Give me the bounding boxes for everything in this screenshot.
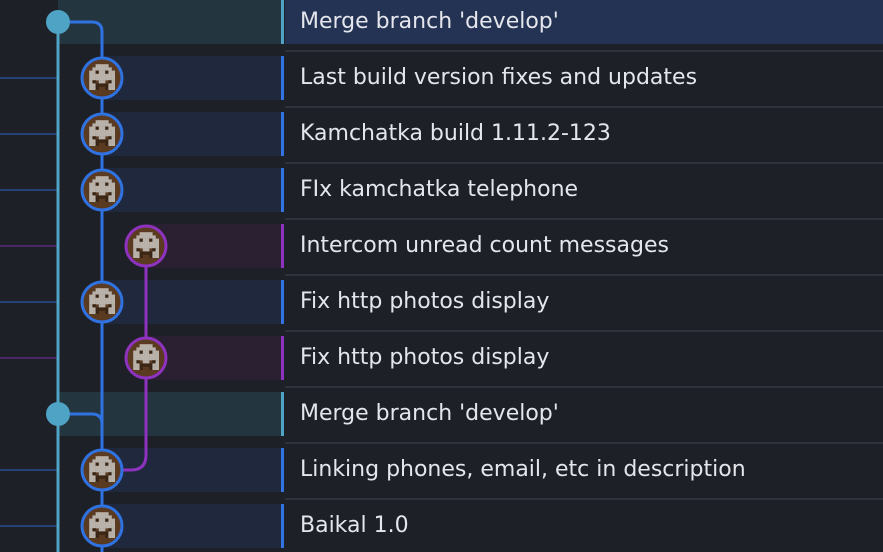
pixel-avatar-icon[interactable] (80, 280, 124, 324)
commit-row-graph-bg (102, 168, 283, 212)
commit-accent-bar (281, 112, 284, 156)
pixel-avatar-icon[interactable] (80, 112, 124, 156)
merge-dot-icon[interactable] (46, 402, 70, 426)
commit-accent-bar (281, 0, 284, 44)
commit-row-graph-bg (102, 280, 283, 324)
commit-accent-bar (281, 56, 284, 100)
pixel-avatar-icon[interactable] (80, 56, 124, 100)
pixel-avatar-icon[interactable] (124, 224, 168, 268)
commit-accent-bar (281, 392, 284, 436)
pixel-avatar-icon[interactable] (80, 504, 124, 548)
merge-dot-icon[interactable] (46, 10, 70, 34)
pixel-avatar-icon[interactable] (80, 448, 124, 492)
commit-accent-bar (281, 504, 284, 548)
commit-row-graph-bg (102, 112, 283, 156)
commit-accent-bar (281, 336, 284, 380)
commit-accent-bar (281, 224, 284, 268)
commit-accent-bar (281, 448, 284, 492)
commit-accent-bar (281, 168, 284, 212)
pixel-avatar-icon[interactable] (80, 168, 124, 212)
selected-row-highlight (285, 0, 883, 44)
commit-accent-bar (281, 280, 284, 324)
commit-row-graph-bg (102, 56, 283, 100)
commit-row-graph-bg (102, 504, 283, 548)
commit-graph (0, 0, 883, 552)
pixel-avatar-icon[interactable] (124, 336, 168, 380)
